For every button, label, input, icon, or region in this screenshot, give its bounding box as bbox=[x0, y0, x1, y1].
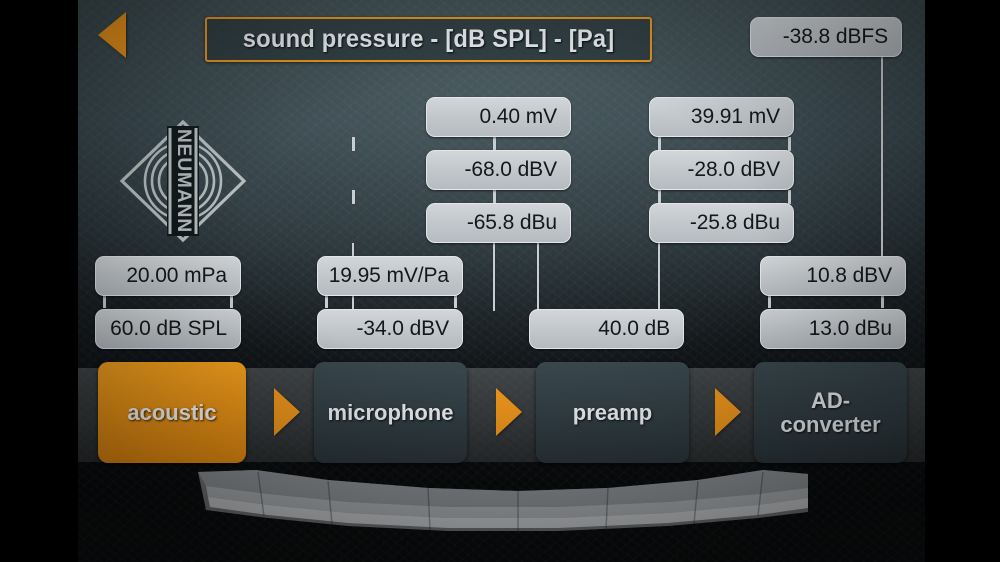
stage-preamp-label: preamp bbox=[572, 399, 653, 425]
connector-line bbox=[230, 294, 233, 308]
connector-line bbox=[658, 190, 661, 204]
value-preamp-output-dbu: -25.8 dBu bbox=[649, 203, 794, 243]
connector-line bbox=[788, 137, 791, 151]
chevron-right-icon bbox=[715, 388, 741, 436]
connector-line bbox=[493, 137, 496, 151]
connector-line bbox=[658, 137, 661, 151]
connector-line bbox=[537, 243, 539, 311]
value-preamp-output-dbv: -28.0 dBV bbox=[649, 150, 794, 190]
connector-line bbox=[768, 294, 771, 308]
value-preamp-gain-db: 40.0 dB bbox=[529, 309, 684, 349]
stage-acoustic[interactable]: acoustic bbox=[98, 362, 246, 463]
value-preamp-output-mv: 39.91 mV bbox=[649, 97, 794, 137]
connector-line bbox=[493, 190, 496, 204]
value-mic-sensitivity-mv-per-pa: 19.95 mV/Pa bbox=[317, 256, 463, 296]
chevron-right-icon bbox=[274, 388, 300, 436]
value-mic-sensitivity-dbv: -34.0 dBV bbox=[317, 309, 463, 349]
connector-line bbox=[352, 190, 355, 204]
value-adc-full-scale-dbv: 10.8 dBV bbox=[760, 256, 906, 296]
connector-line bbox=[881, 294, 884, 308]
neumann-logo: NEUMANN bbox=[118, 118, 248, 244]
page-title: sound pressure - [dB SPL] - [Pa] bbox=[205, 17, 652, 62]
page-title-text: sound pressure - [dB SPL] - [Pa] bbox=[242, 25, 615, 53]
stage-ad-converter-label-line1: AD- bbox=[810, 387, 851, 413]
connector-line bbox=[658, 243, 660, 311]
connector-line bbox=[325, 294, 328, 308]
value-output-dbfs: -38.8 dBFS bbox=[750, 17, 902, 57]
content-area: sound pressure - [dB SPL] - [Pa] NEUMANN… bbox=[78, 0, 925, 562]
stage-microphone-label: microphone bbox=[327, 399, 454, 425]
connector-line bbox=[881, 57, 883, 256]
stage-ad-converter[interactable]: AD- converter bbox=[754, 362, 907, 463]
value-mic-output-mv: 0.40 mV bbox=[426, 97, 571, 137]
value-mic-output-dbu: -65.8 dBu bbox=[426, 203, 571, 243]
stage-ad-converter-label-line2: converter bbox=[780, 411, 881, 437]
connector-line bbox=[103, 294, 106, 308]
app-window: sound pressure - [dB SPL] - [Pa] NEUMANN… bbox=[0, 0, 1000, 562]
connector-line bbox=[454, 294, 457, 308]
microphone-grille-ring bbox=[198, 468, 808, 540]
stage-preamp[interactable]: preamp bbox=[536, 362, 689, 463]
stage-acoustic-label: acoustic bbox=[127, 399, 217, 425]
connector-line bbox=[352, 137, 355, 151]
back-arrow-icon[interactable] bbox=[98, 12, 126, 58]
chevron-right-icon bbox=[496, 388, 522, 436]
connector-line bbox=[493, 243, 495, 311]
value-acoustic-pressure-spl: 60.0 dB SPL bbox=[95, 309, 241, 349]
connector-line bbox=[788, 190, 791, 204]
value-mic-output-dbv: -68.0 dBV bbox=[426, 150, 571, 190]
svg-text:NEUMANN: NEUMANN bbox=[173, 129, 194, 233]
value-adc-full-scale-dbu: 13.0 dBu bbox=[760, 309, 906, 349]
value-acoustic-pressure-pa: 20.00 mPa bbox=[95, 256, 241, 296]
stage-microphone[interactable]: microphone bbox=[314, 362, 467, 463]
